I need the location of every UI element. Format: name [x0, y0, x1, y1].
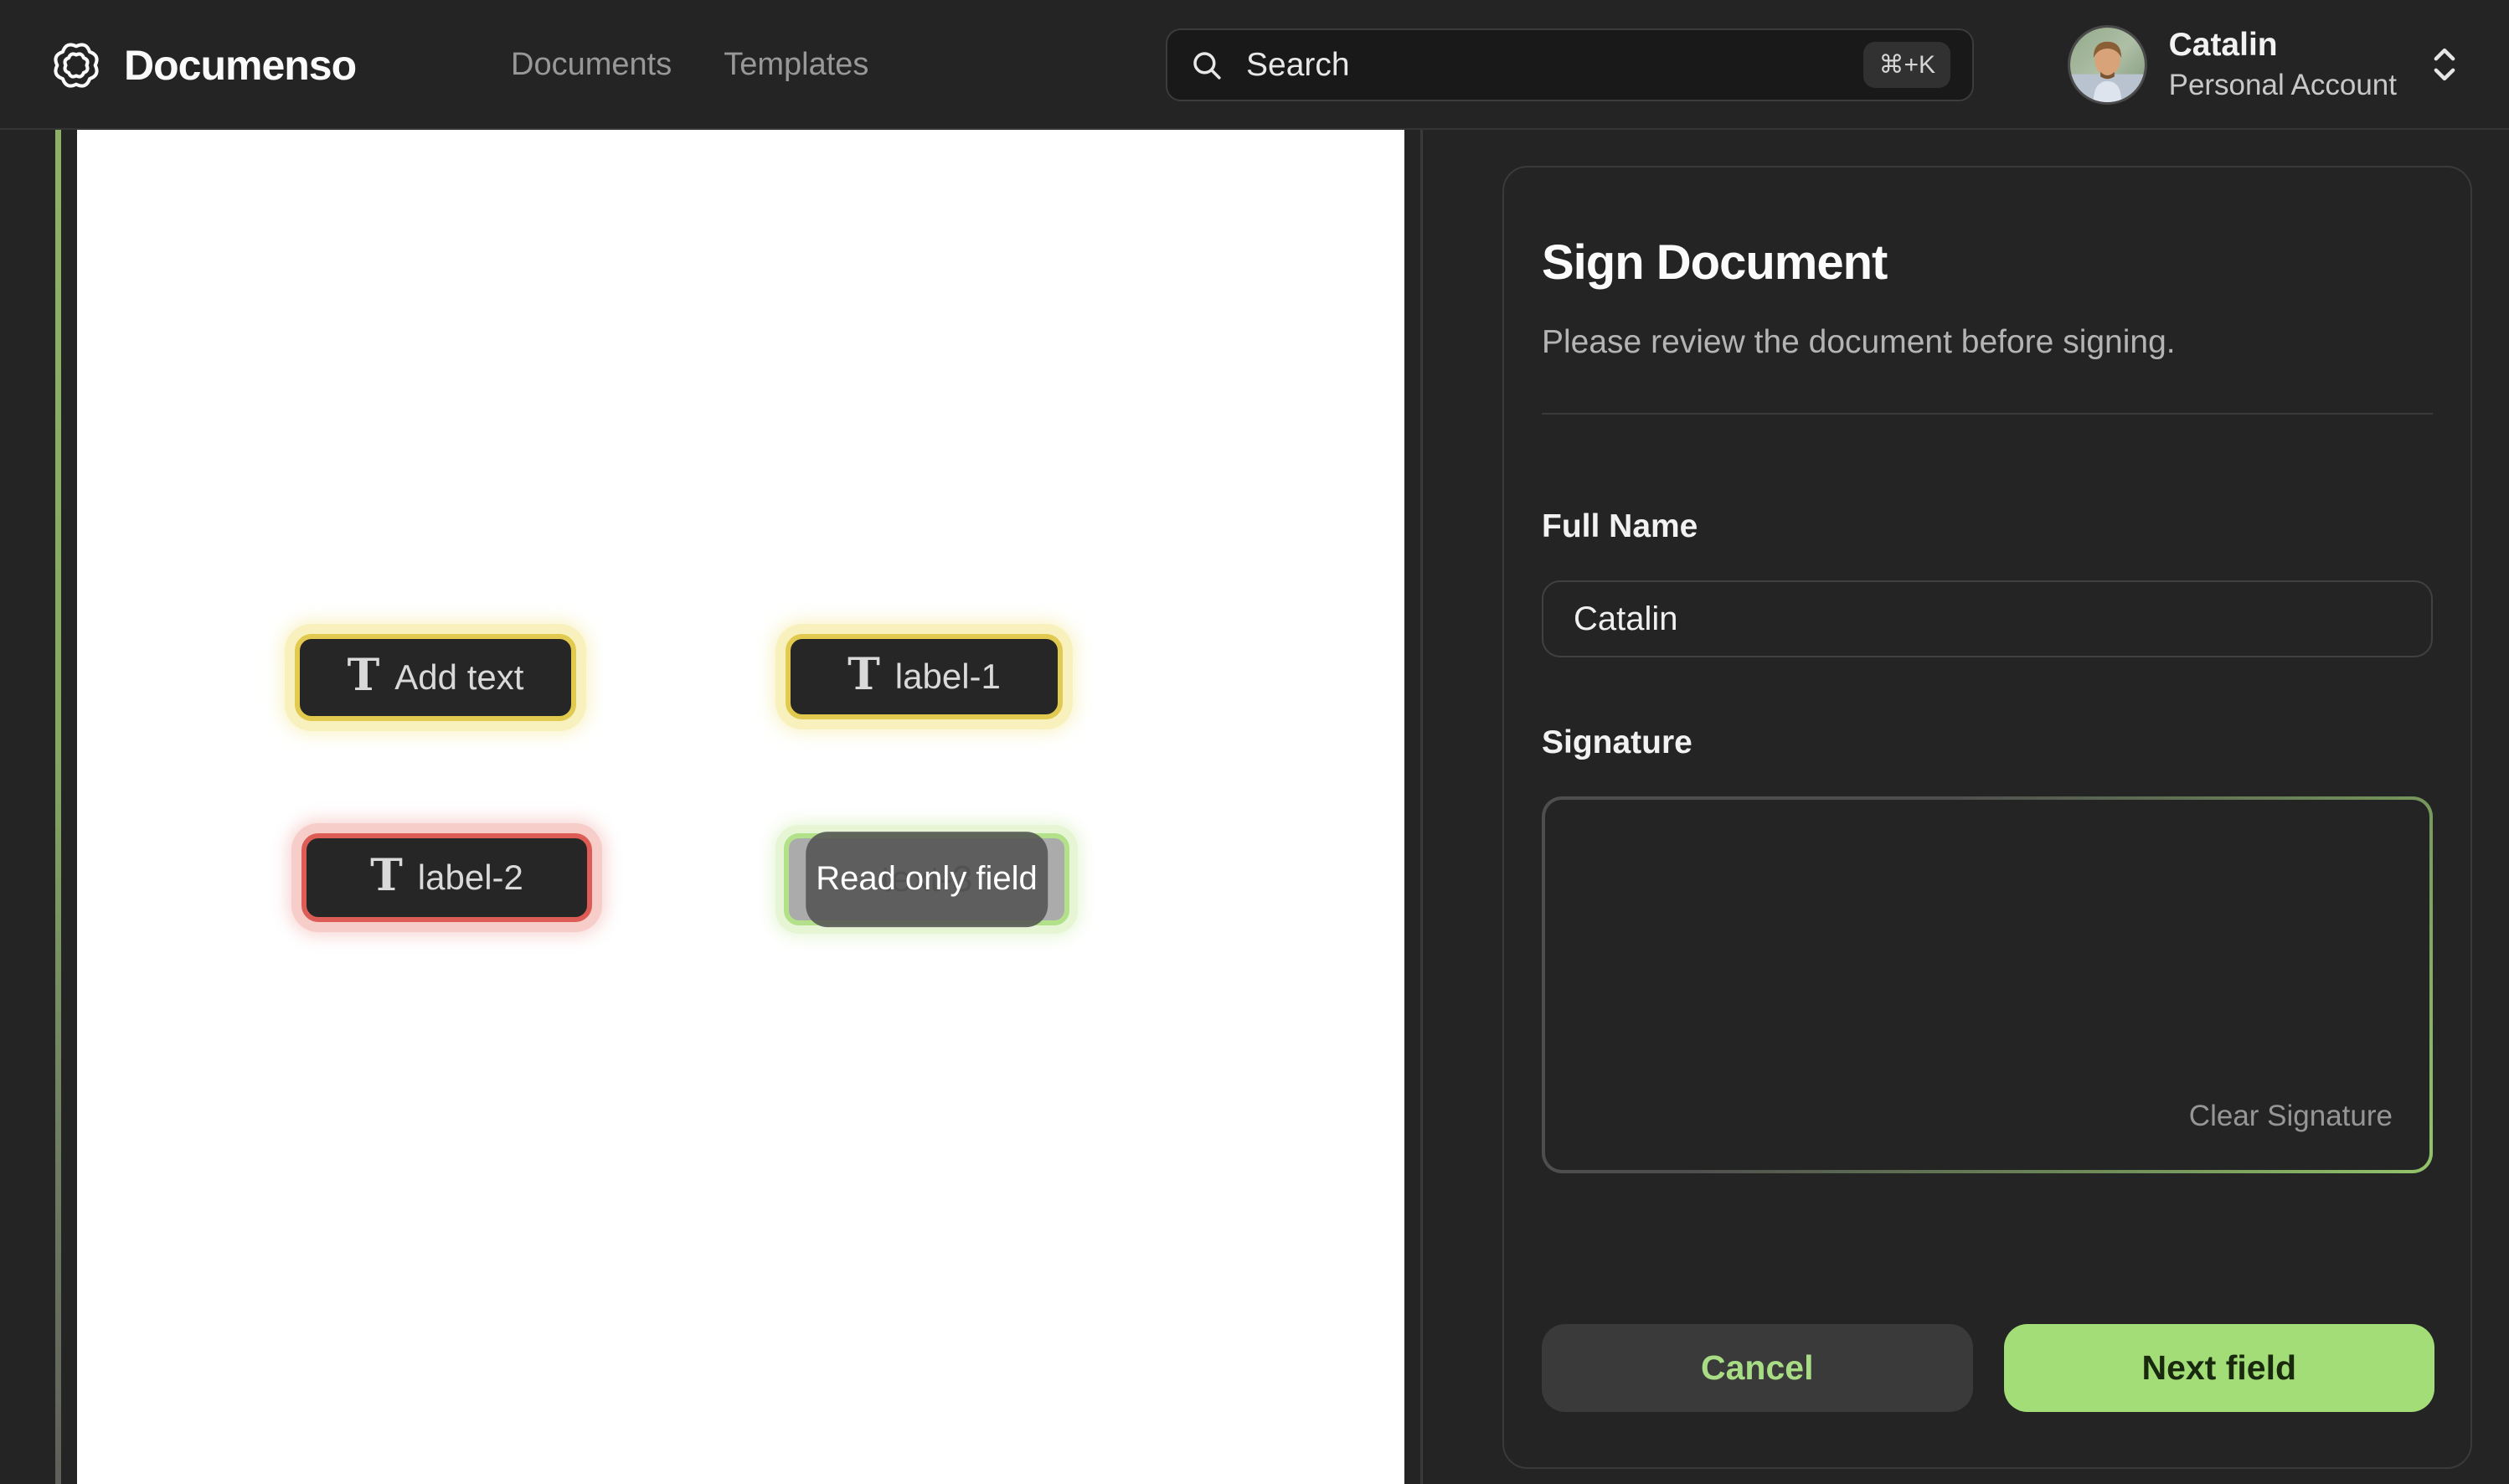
search-icon — [1189, 48, 1224, 83]
text-type-icon: T — [348, 654, 380, 698]
content-divider — [1420, 130, 1423, 1484]
full-name-label: Full Name — [1542, 508, 2433, 545]
text-type-icon: T — [370, 854, 403, 898]
text-type-icon: T — [847, 653, 880, 697]
signature-pad[interactable]: Clear Signature — [1542, 796, 2433, 1173]
panel-actions: Cancel Next field — [1542, 1324, 2434, 1412]
account-menu-button[interactable]: Catalin Personal Account — [2068, 11, 2459, 118]
signing-field-label-1[interactable]: T label-1 — [786, 634, 1063, 719]
chevron-up-down-icon — [2430, 46, 2459, 83]
nav-links: Documents Templates — [511, 0, 868, 130]
full-name-input[interactable] — [1542, 580, 2433, 657]
signature-label: Signature — [1542, 724, 2433, 761]
next-field-button[interactable]: Next field — [2004, 1324, 2435, 1412]
documenso-logo-icon — [49, 38, 104, 93]
clear-signature-button[interactable]: Clear Signature — [2189, 1100, 2393, 1133]
signing-field-label-2[interactable]: T label-2 — [301, 833, 592, 922]
document-progress-rail — [55, 130, 61, 1484]
document-page: T Add text T label-1 T label-2 text-3 Re… — [77, 130, 1404, 1484]
nav-link-templates[interactable]: Templates — [724, 47, 868, 83]
field-label: Add text — [394, 657, 523, 698]
search-input[interactable]: Search ⌘+K — [1166, 28, 1974, 101]
avatar — [2068, 25, 2147, 105]
cancel-button[interactable]: Cancel — [1542, 1324, 1973, 1412]
sign-document-panel: Sign Document Please review the document… — [1502, 166, 2472, 1469]
signing-field-read-only[interactable]: text-3 Read only field — [784, 833, 1069, 925]
account-name: Catalin — [2169, 27, 2397, 64]
search-placeholder: Search — [1246, 47, 1863, 84]
panel-subtitle: Please review the document before signin… — [1542, 324, 2433, 361]
field-label: label-2 — [418, 858, 523, 898]
account-type: Personal Account — [2169, 69, 2397, 102]
panel-divider — [1542, 413, 2433, 415]
brand-name: Documenso — [124, 41, 356, 90]
panel-title: Sign Document — [1542, 234, 2433, 291]
nav-link-documents[interactable]: Documents — [511, 47, 672, 83]
navbar: Documenso Documents Templates Search ⌘+K — [0, 0, 2509, 130]
field-label: label-1 — [895, 657, 1001, 697]
read-only-tooltip: Read only field — [806, 832, 1048, 927]
brand[interactable]: Documenso — [49, 0, 356, 130]
signing-field-add-text[interactable]: T Add text — [295, 634, 576, 721]
app-root: Documenso Documents Templates Search ⌘+K — [0, 0, 2509, 1484]
search-shortcut-badge: ⌘+K — [1863, 42, 1950, 88]
main-area: T Add text T label-1 T label-2 text-3 Re… — [0, 130, 2509, 1484]
